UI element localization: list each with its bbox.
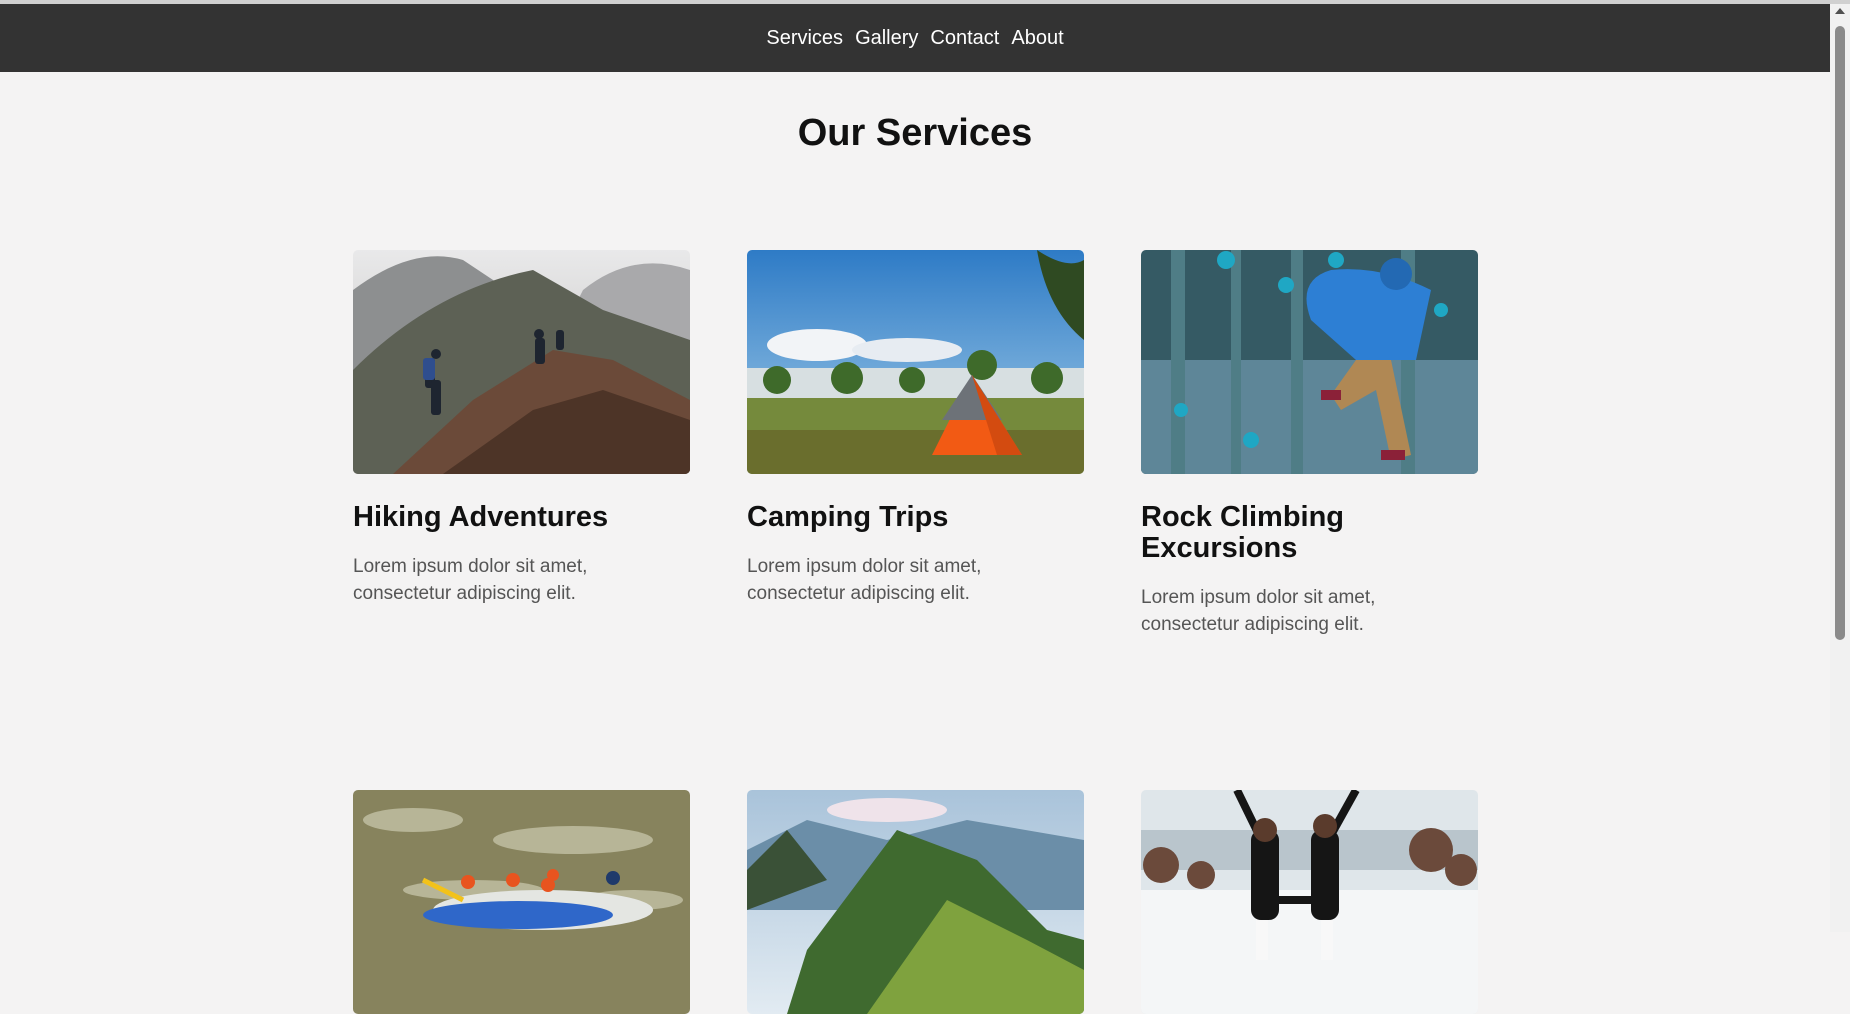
- card-title: Hiking Adventures: [353, 501, 609, 533]
- nav-link-gallery[interactable]: Gallery: [855, 27, 918, 50]
- nav-link-contact[interactable]: Contact: [930, 27, 999, 50]
- mountains-photo: [747, 790, 1084, 1014]
- card-title: Camping Trips: [747, 501, 949, 533]
- scrollbar-thumb[interactable]: [1835, 26, 1845, 640]
- navbar: Services Gallery Contact About: [0, 4, 1830, 72]
- service-card-rafting: [353, 790, 690, 1014]
- card-description: Lorem ipsum dolor sit amet, consectetur …: [747, 556, 982, 604]
- card-description: Lorem ipsum dolor sit amet, consectetur …: [1141, 587, 1376, 635]
- card-title: Rock Climbing Excursions: [1141, 501, 1345, 564]
- service-card-camping: Camping Trips Lorem ipsum dolor sit amet…: [747, 250, 1084, 607]
- climbing-photo: [1141, 250, 1478, 474]
- scroll-up-arrow-icon[interactable]: [1835, 8, 1845, 14]
- card-description: Lorem ipsum dolor sit amet, consectetur …: [353, 556, 588, 604]
- nav-link-services[interactable]: Services: [766, 27, 843, 50]
- snow-photo: [1141, 790, 1478, 1014]
- hiking-photo: [353, 250, 690, 474]
- service-card-climbing: Rock Climbing Excursions Lorem ipsum dol…: [1141, 250, 1478, 638]
- rafting-photo: [353, 790, 690, 1014]
- service-card-mountains: [747, 790, 1084, 1014]
- page-title: Our Services: [797, 112, 1033, 154]
- service-card-snow: [1141, 790, 1478, 1014]
- camping-photo: [747, 250, 1084, 474]
- vertical-scrollbar[interactable]: [1830, 4, 1850, 932]
- nav-link-about[interactable]: About: [1011, 27, 1063, 50]
- service-card-hiking: Hiking Adventures Lorem ipsum dolor sit …: [353, 250, 690, 607]
